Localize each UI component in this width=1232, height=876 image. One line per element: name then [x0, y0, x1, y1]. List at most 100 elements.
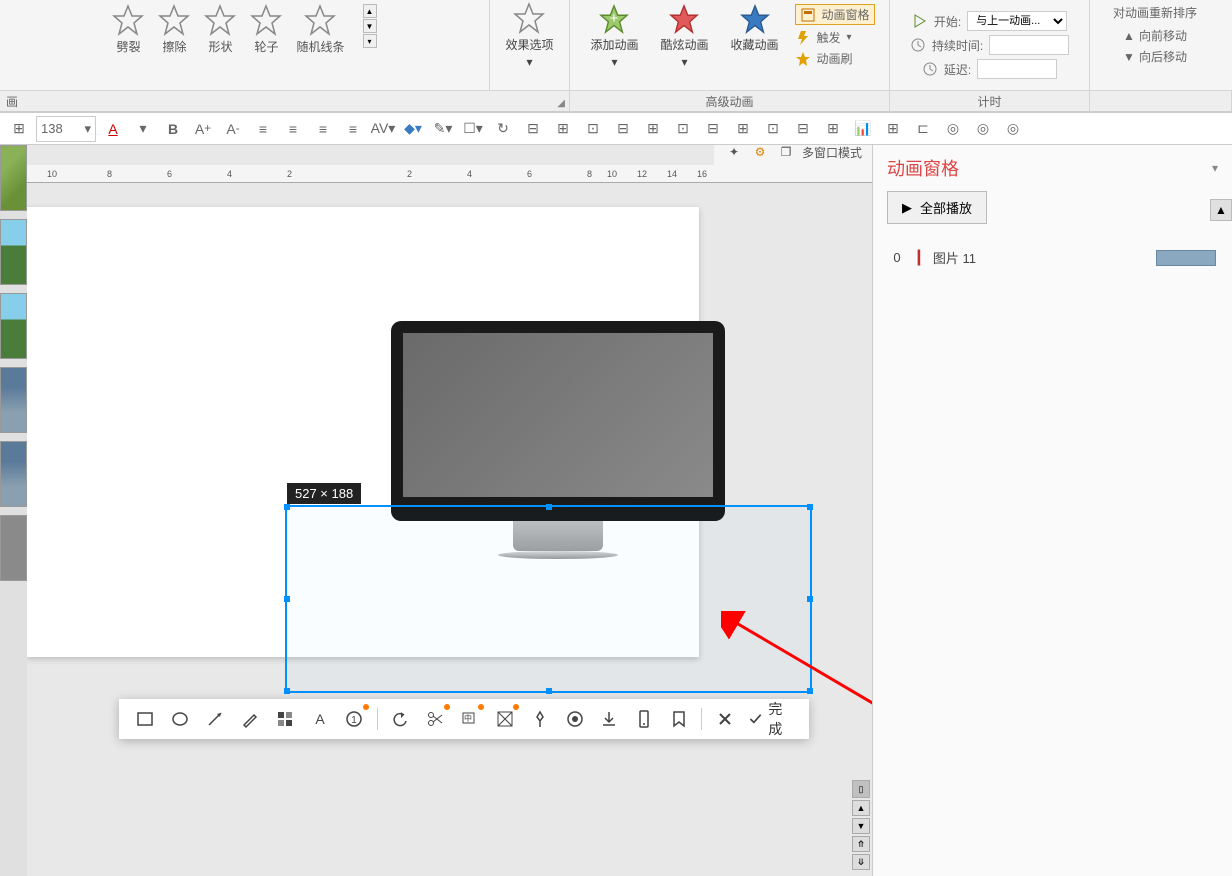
distribute-h-button[interactable]: ⊞ — [730, 116, 756, 142]
align-tool-7[interactable]: ⊟ — [700, 116, 726, 142]
done-button[interactable]: 完成 — [747, 699, 795, 739]
highlight-button[interactable]: ✎▾ — [430, 116, 456, 142]
slide-thumbnail[interactable] — [0, 145, 27, 211]
animation-painter-button[interactable]: 动画刷 — [795, 50, 875, 67]
scroll-up-button[interactable]: ▲ — [852, 800, 870, 816]
shape-fill-button[interactable]: ◆▾ — [400, 116, 426, 142]
resize-handle[interactable] — [807, 688, 813, 694]
animation-pane-button[interactable]: 动画窗格 — [795, 4, 875, 25]
text-tool-button[interactable]: A — [307, 706, 332, 732]
magic-tool-icon[interactable]: ✦ — [724, 145, 744, 162]
window-icon[interactable]: ❐ — [776, 145, 796, 162]
effect-options-button[interactable]: 效果选项 ▾ — [499, 0, 559, 71]
align-tool-6[interactable]: ⊡ — [670, 116, 696, 142]
play-all-button[interactable]: ▶ 全部播放 — [887, 191, 987, 224]
tool-misc[interactable]: ⊞ — [6, 116, 32, 142]
effect-wipe[interactable]: 擦除 — [158, 4, 190, 55]
gallery-scroll-down[interactable]: ▼ — [363, 19, 377, 33]
outline-button[interactable]: ☐▾ — [460, 116, 486, 142]
rect-tool-button[interactable] — [133, 706, 158, 732]
chevron-down-icon[interactable]: ▾ — [130, 116, 156, 142]
scissors-button[interactable] — [423, 706, 448, 732]
bold-button[interactable]: B — [160, 116, 186, 142]
align-justify-button[interactable]: ≡ — [340, 116, 366, 142]
slide-thumbnail[interactable] — [0, 293, 27, 359]
close-button[interactable] — [712, 706, 737, 732]
anim-timeline-bar[interactable] — [1156, 250, 1216, 266]
move-later-button[interactable]: ▼ 向后移动 — [1123, 46, 1187, 67]
align-tool-5[interactable]: ⊞ — [640, 116, 666, 142]
combine-3[interactable]: ◎ — [1000, 116, 1026, 142]
undo-button[interactable] — [388, 706, 413, 732]
align-tool-3[interactable]: ⊡ — [580, 116, 606, 142]
start-select[interactable]: 与上一动画... — [967, 11, 1067, 31]
multi-window-label[interactable]: 多窗口模式 — [802, 145, 862, 161]
slide-thumbnail[interactable] — [0, 441, 27, 507]
resize-handle[interactable] — [546, 688, 552, 694]
align-center-button[interactable]: ≡ — [280, 116, 306, 142]
chart-tool-button[interactable]: 📊 — [850, 116, 876, 142]
animation-list-item[interactable]: 0 ┃ 图片 11 — [887, 244, 1218, 271]
align-tool-2[interactable]: ⊞ — [550, 116, 576, 142]
align-tool-4[interactable]: ⊟ — [610, 116, 636, 142]
pane-menu-icon[interactable]: ▾ — [1212, 161, 1218, 175]
duration-input[interactable] — [989, 35, 1069, 55]
bookmark-button[interactable] — [667, 706, 692, 732]
pin-button[interactable] — [527, 706, 552, 732]
rotate-button[interactable]: ↻ — [490, 116, 516, 142]
effect-wheel[interactable]: 轮子 — [250, 4, 282, 55]
delay-input[interactable] — [977, 59, 1057, 79]
resize-handle[interactable] — [807, 504, 813, 510]
table-tool-button[interactable]: ⊞ — [880, 116, 906, 142]
screenshot-selection[interactable]: 527 × 188 — [285, 505, 812, 693]
resize-handle[interactable] — [284, 596, 290, 602]
trigger-button[interactable]: 触发 ▾ — [795, 29, 875, 46]
slide-thumbnail[interactable] — [0, 515, 27, 581]
font-size-input[interactable]: 138▾ — [36, 116, 96, 142]
gallery-scroll-up[interactable]: ▲ — [363, 4, 377, 18]
equal-height-button[interactable]: ⊞ — [820, 116, 846, 142]
align-left-button[interactable]: ≡ — [250, 116, 276, 142]
ocr-button[interactable] — [492, 706, 517, 732]
resize-handle[interactable] — [546, 504, 552, 510]
counter-tool-button[interactable]: 1 — [342, 706, 367, 732]
resize-handle[interactable] — [807, 596, 813, 602]
align-objects-button[interactable]: ⊏ — [910, 116, 936, 142]
gear-icon[interactable]: ⚙ — [750, 145, 770, 162]
ellipse-tool-button[interactable] — [168, 706, 193, 732]
phone-button[interactable] — [632, 706, 657, 732]
resize-handle[interactable] — [284, 504, 290, 510]
mosaic-tool-button[interactable] — [272, 706, 297, 732]
dialog-launcher-icon[interactable]: ◢ — [557, 98, 565, 109]
resize-handle[interactable] — [284, 688, 290, 694]
add-animation-button[interactable]: + 添加动画 ▾ — [584, 2, 644, 71]
slide-thumbnail[interactable] — [0, 367, 27, 433]
download-button[interactable] — [597, 706, 622, 732]
fav-animation-button[interactable]: 收藏动画 — [725, 2, 785, 55]
font-increase-button[interactable]: A+ — [190, 116, 216, 142]
effect-random-bars[interactable]: 随机线条 — [296, 4, 344, 55]
effect-shape[interactable]: 形状 — [204, 4, 236, 55]
arrow-tool-button[interactable] — [203, 706, 228, 732]
font-color-button[interactable]: A — [100, 116, 126, 142]
distribute-v-button[interactable]: ⊡ — [760, 116, 786, 142]
gallery-more[interactable]: ▾ — [363, 34, 377, 48]
effect-split[interactable]: 劈裂 — [112, 4, 144, 55]
slide-thumbnail[interactable] — [0, 219, 27, 285]
font-decrease-button[interactable]: A- — [220, 116, 246, 142]
align-right-button[interactable]: ≡ — [310, 116, 336, 142]
next-slide-button[interactable]: ⤋ — [852, 854, 870, 870]
collapse-button[interactable]: ▲ — [1210, 199, 1232, 221]
line-spacing-button[interactable]: AV▾ — [370, 116, 396, 142]
scroll-down-button[interactable]: ▼ — [852, 818, 870, 834]
translate-button[interactable]: 中 — [458, 706, 483, 732]
record-button[interactable] — [562, 706, 587, 732]
combine-1[interactable]: ◎ — [940, 116, 966, 142]
equal-width-button[interactable]: ⊟ — [790, 116, 816, 142]
scroll-thumb[interactable]: ▯ — [852, 780, 870, 798]
combine-2[interactable]: ◎ — [970, 116, 996, 142]
pen-tool-button[interactable] — [238, 706, 263, 732]
align-tool-1[interactable]: ⊟ — [520, 116, 546, 142]
prev-slide-button[interactable]: ⤊ — [852, 836, 870, 852]
cool-animation-button[interactable]: 酷炫动画 ▾ — [654, 2, 714, 71]
